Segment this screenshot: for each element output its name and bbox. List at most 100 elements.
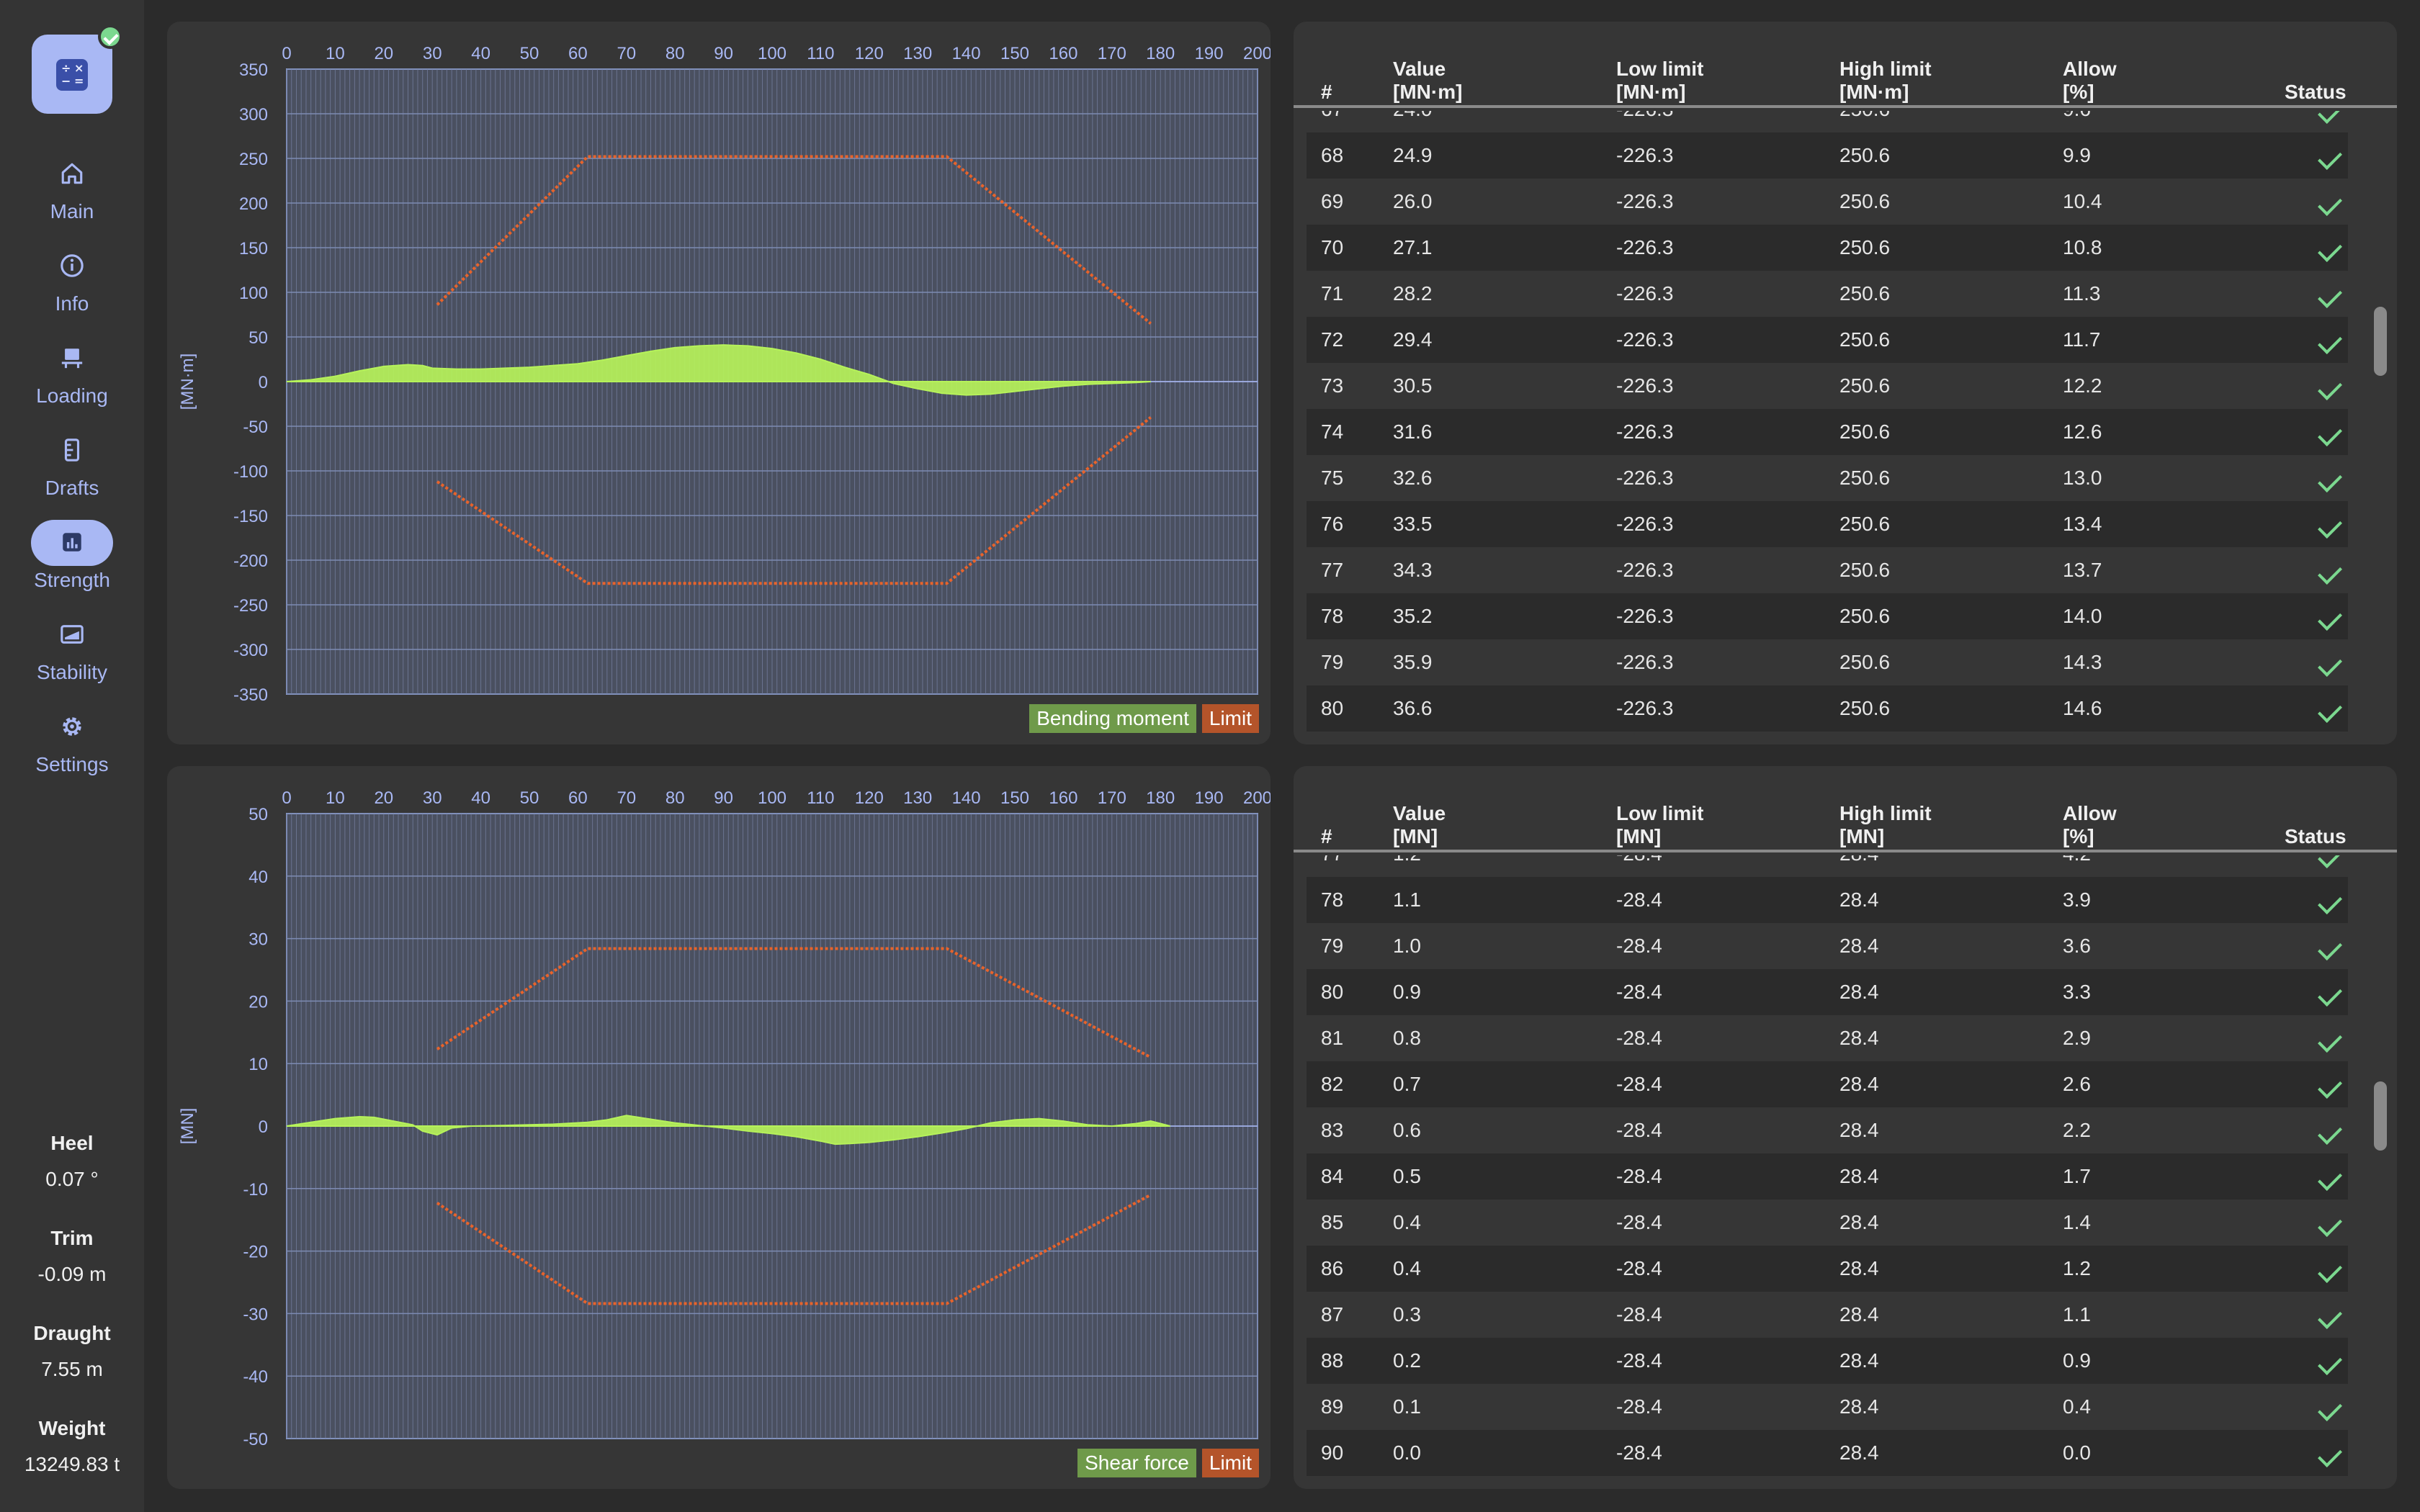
table-row[interactable]: 82 0.7 -28.4 28.4 2.6	[1307, 1061, 2348, 1107]
table-cell: 30.5	[1393, 374, 1433, 397]
trim-label: Trim	[50, 1227, 94, 1249]
table-cell: 2.2	[2063, 1119, 2091, 1141]
table-cell: 24.9	[1393, 144, 1433, 166]
table-row[interactable]: 72 29.4 -226.3 250.6 11.7	[1307, 317, 2348, 363]
column-header[interactable]: Allow [%]	[2063, 802, 2117, 848]
table-body[interactable]: 67 24.0 -226.3 250.6 9.6 68 24.9 -226.3 250.6 9.9…	[1307, 111, 2348, 744]
y-tick-label: -30	[243, 1305, 268, 1324]
scrollbar-thumb[interactable]	[2374, 307, 2387, 376]
nav-drafts[interactable]: Drafts	[0, 428, 144, 507]
table-row[interactable]: 67 24.0 -226.3 250.6 9.6	[1307, 111, 2348, 132]
table-row[interactable]: 69 26.0 -226.3 250.6 10.4	[1307, 179, 2348, 225]
table-row[interactable]: 75 32.6 -226.3 250.6 13.0	[1307, 455, 2348, 501]
table-cell: 80	[1321, 981, 1344, 1003]
column-header[interactable]: High limit [MN·m]	[1839, 58, 1932, 104]
table-row[interactable]: 81 0.8 -28.4 28.4 2.9	[1307, 1015, 2348, 1061]
column-header[interactable]: Low limit [MN]	[1616, 802, 1703, 848]
y-tick-label: -50	[243, 1430, 268, 1449]
table-row[interactable]: 86 0.4 -28.4 28.4 1.2	[1307, 1246, 2348, 1292]
column-header[interactable]: #	[1321, 81, 1332, 104]
weight-label: Weight	[38, 1417, 106, 1439]
table-row[interactable]: 89 0.1 -28.4 28.4 0.4	[1307, 1384, 2348, 1430]
table-cell: 87	[1321, 1303, 1344, 1326]
table-row[interactable]: 70 27.1 -226.3 250.6 10.8	[1307, 225, 2348, 271]
table-cell: -226.3	[1616, 559, 1674, 581]
table-cell: 0.9	[1393, 981, 1421, 1003]
table-cell: 72	[1321, 328, 1344, 351]
table-cell: 74	[1321, 420, 1344, 443]
table-cell: -226.3	[1616, 374, 1674, 397]
table-row[interactable]: 71 28.2 -226.3 250.6 11.3	[1307, 271, 2348, 317]
nav-main[interactable]: Main	[0, 151, 144, 230]
table-row[interactable]: 73 30.5 -226.3 250.6 12.2	[1307, 363, 2348, 409]
table-row[interactable]: 77 34.3 -226.3 250.6 13.7	[1307, 547, 2348, 593]
status-ok-icon	[2323, 855, 2335, 865]
table-row[interactable]: 76 33.5 -226.3 250.6 13.4	[1307, 501, 2348, 547]
table-row[interactable]: 80 0.9 -28.4 28.4 3.3	[1307, 969, 2348, 1015]
table-cell: 250.6	[1839, 651, 1891, 673]
status-ok-icon	[2323, 1122, 2335, 1142]
nav-settings[interactable]: Settings	[0, 704, 144, 783]
nav-loading[interactable]: Loading	[0, 336, 144, 415]
status-ok-icon	[2323, 331, 2335, 351]
x-tick-label: 90	[714, 788, 733, 808]
status-ok-icon	[2323, 377, 2335, 397]
table-cell: -226.3	[1616, 190, 1674, 212]
table-row[interactable]: 77 1.2 -28.4 28.4 4.2	[1307, 855, 2348, 877]
table-row[interactable]: 90 0.0 -28.4 28.4 0.0	[1307, 1430, 2348, 1476]
table-row[interactable]: 87 0.3 -28.4 28.4 1.1	[1307, 1292, 2348, 1338]
table-cell: 13.7	[2063, 559, 2102, 581]
y-tick-label: -100	[233, 462, 268, 482]
nav-stability[interactable]: Stability	[0, 612, 144, 691]
x-tick-label: 100	[758, 788, 786, 808]
table-body[interactable]: 77 1.2 -28.4 28.4 4.2 78 1.1 -28.4 28.4 3.9 79 1.0 -…	[1307, 855, 2348, 1489]
table-row[interactable]: 79 1.0 -28.4 28.4 3.6	[1307, 923, 2348, 969]
column-header[interactable]: Allow [%]	[2063, 58, 2117, 104]
x-tick-label: 90	[714, 44, 733, 63]
legend-limit[interactable]: Limit	[1201, 1449, 1259, 1477]
heel-value: 0.07 °	[45, 1168, 99, 1190]
legend-limit[interactable]: Limit	[1201, 704, 1259, 733]
table-row[interactable]: 79 35.9 -226.3 250.6 14.3	[1307, 639, 2348, 685]
table-row[interactable]: 78 35.2 -226.3 250.6 14.0	[1307, 593, 2348, 639]
nav-info[interactable]: Info	[0, 243, 144, 323]
table-row[interactable]: 68 24.9 -226.3 250.6 9.9	[1307, 132, 2348, 179]
column-header[interactable]: Value [MN·m]	[1393, 58, 1462, 104]
table-row[interactable]: 85 0.4 -28.4 28.4 1.4	[1307, 1200, 2348, 1246]
table-cell: -226.3	[1616, 651, 1674, 673]
table-row[interactable]: 88 0.2 -28.4 28.4 0.9	[1307, 1338, 2348, 1384]
table-cell: 11.7	[2063, 328, 2101, 351]
table-cell: 1.2	[2063, 1257, 2091, 1279]
table-row[interactable]: 80 36.6 -226.3 250.6 14.6	[1307, 685, 2348, 732]
y-tick-label: -10	[243, 1180, 268, 1200]
x-tick-label: 60	[568, 788, 588, 808]
table-cell: 11.3	[2063, 282, 2101, 305]
table-cell: 3.3	[2063, 981, 2091, 1003]
table-cell: -28.4	[1616, 1119, 1662, 1141]
column-header[interactable]: Low limit [MN·m]	[1616, 58, 1703, 104]
legend-shear-force[interactable]: Shear force	[1077, 1449, 1196, 1477]
app-logo-button[interactable]: ÷ × − =	[32, 24, 122, 114]
table-row[interactable]: 83 0.6 -28.4 28.4 2.2	[1307, 1107, 2348, 1153]
column-header[interactable]: Status	[2285, 81, 2347, 104]
table-cell: 67	[1321, 111, 1343, 132]
column-header[interactable]: #	[1321, 825, 1332, 848]
x-tick-label: 140	[952, 44, 981, 63]
column-header[interactable]: High limit [MN]	[1839, 802, 1932, 848]
column-header[interactable]: Value [MN]	[1393, 802, 1446, 848]
table-cell: 82	[1321, 1073, 1344, 1095]
y-tick-label: -200	[233, 552, 268, 571]
scrollbar-thumb[interactable]	[2374, 1081, 2387, 1151]
info-icon	[60, 254, 84, 277]
x-tick-label: 150	[1000, 788, 1029, 808]
table-row[interactable]: 78 1.1 -28.4 28.4 3.9	[1307, 877, 2348, 923]
column-header[interactable]: Status	[2285, 825, 2347, 848]
nav-strength[interactable]: Strength	[0, 520, 144, 599]
table-cell: 28.4	[1839, 1349, 1879, 1372]
x-tick-label: 130	[903, 788, 932, 808]
table-row[interactable]: 74 31.6 -226.3 250.6 12.6	[1307, 409, 2348, 455]
x-tick-label: 200	[1243, 788, 1270, 808]
legend-bending-moment[interactable]: Bending moment	[1029, 704, 1196, 733]
table-cell: 250.6	[1839, 190, 1891, 212]
table-row[interactable]: 84 0.5 -28.4 28.4 1.7	[1307, 1153, 2348, 1200]
